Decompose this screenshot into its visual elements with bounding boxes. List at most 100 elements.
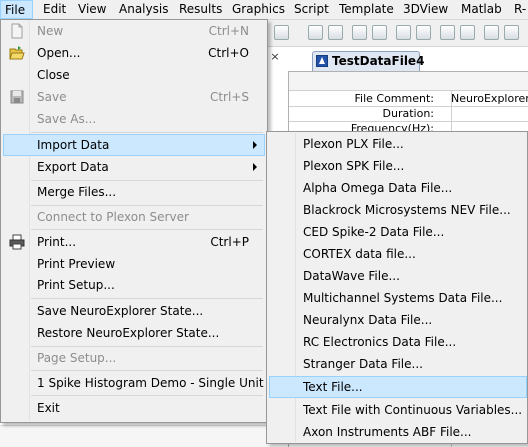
menu-separator xyxy=(31,132,263,133)
menu-item-label: Blackrock Microsystems NEV File... xyxy=(303,203,511,217)
menu-item-print-preview[interactable]: Print Preview xyxy=(3,253,265,275)
menu-item-print[interactable]: Print... Ctrl+P xyxy=(3,231,265,253)
menu-item-label: CORTEX data file... xyxy=(303,247,416,261)
submenu-item-cortex[interactable]: CORTEX data file... xyxy=(269,243,527,265)
menu-item-label: Plexon SPK File... xyxy=(303,159,405,173)
fit-icon[interactable] xyxy=(504,25,519,40)
cut-icon[interactable] xyxy=(308,25,323,40)
redo-icon[interactable] xyxy=(274,25,289,40)
menu-item-label: Plexon PLX File... xyxy=(303,137,404,151)
menu-item-label: Save As... xyxy=(37,112,97,126)
menu-item-label: Stranger Data File... xyxy=(303,357,423,371)
menu-item-page-setup[interactable]: Page Setup... xyxy=(3,347,265,369)
menu-analysis[interactable]: Analysis xyxy=(115,0,172,19)
menu-item-import-data[interactable]: Import Data xyxy=(3,134,265,156)
menu-item-save-as[interactable]: Save As... xyxy=(3,108,265,130)
menu-item-label: 1 Spike Histogram Demo - Single Unit xyxy=(37,376,264,390)
menu-item-exit[interactable]: Exit xyxy=(3,397,265,419)
menu-script[interactable]: Script xyxy=(290,0,333,19)
submenu-item-rc-electronics[interactable]: RC Electronics Data File... xyxy=(269,331,527,353)
save-disk-icon xyxy=(10,90,24,104)
tab-testdatafile4[interactable]: TestDataFile4 xyxy=(312,51,424,71)
submenu-item-plexon-spk[interactable]: Plexon SPK File... xyxy=(269,155,527,177)
menu-item-label: CED Spike-2 Data File... xyxy=(303,225,445,239)
submenu-item-stranger[interactable]: Stranger Data File... xyxy=(269,353,527,375)
layout-icon[interactable] xyxy=(484,25,499,40)
menu-bar: File Edit View Analysis Results Graphics… xyxy=(0,0,528,20)
tile-icon[interactable] xyxy=(396,25,411,40)
menu-item-label: Text File with Continuous Variables... xyxy=(303,403,523,417)
menu-item-new[interactable]: New Ctrl+N xyxy=(3,20,265,42)
row-label: Duration: xyxy=(382,107,434,120)
menu-item-open[interactable]: Open... Ctrl+O xyxy=(3,42,265,64)
align-icon[interactable] xyxy=(440,25,455,40)
menu-item-export-data[interactable]: Export Data xyxy=(3,156,265,178)
submenu-item-datawave[interactable]: DataWave File... xyxy=(269,265,527,287)
submenu-item-blackrock-nev[interactable]: Blackrock Microsystems NEV File... xyxy=(269,199,527,221)
row-value: NeuroExplorer T xyxy=(451,92,528,105)
menu-item-label: Neuralynx Data File... xyxy=(303,313,433,327)
menu-item-label: Save NeuroExplorer State... xyxy=(37,304,204,318)
file-menu: New Ctrl+N Open... Ctrl+O Close Save Ctr… xyxy=(0,19,268,423)
menu-item-label: Print... xyxy=(37,235,77,249)
new-file-icon xyxy=(11,23,23,39)
menu-item-label: Merge Files... xyxy=(37,185,117,199)
tab-label: TestDataFile4 xyxy=(332,54,425,68)
submenu-item-plexon-plx[interactable]: Plexon PLX File... xyxy=(269,133,527,155)
menu-item-shortcut: Ctrl+P xyxy=(210,235,249,249)
menu-item-shortcut: Ctrl+N xyxy=(208,24,249,38)
menu-item-label: Print Preview xyxy=(37,257,116,271)
submenu-item-axon-abf[interactable]: Axon Instruments ABF File... xyxy=(269,421,527,443)
zoom-in-icon[interactable] xyxy=(352,25,367,40)
neuroexplorer-file-icon xyxy=(316,55,328,67)
menu-item-restore-state[interactable]: Restore NeuroExplorer State... xyxy=(3,322,265,344)
copy-icon[interactable] xyxy=(328,25,343,40)
menu-item-connect-plexon[interactable]: Connect to Plexon Server xyxy=(3,206,265,228)
menu-item-label: Save xyxy=(37,90,67,104)
menu-item-label: Print Setup... xyxy=(37,278,115,292)
menu-item-recent-file-1[interactable]: 1 Spike Histogram Demo - Single Unit xyxy=(3,372,265,394)
arrange-icon[interactable] xyxy=(460,25,475,40)
menu-item-label: New xyxy=(37,24,64,38)
menu-r[interactable]: R- xyxy=(510,0,528,19)
menu-item-label: Alpha Omega Data File... xyxy=(303,181,453,195)
menu-view[interactable]: View xyxy=(74,0,110,19)
menu-item-label: Connect to Plexon Server xyxy=(37,210,189,224)
submenu-item-neuralynx[interactable]: Neuralynx Data File... xyxy=(269,309,527,331)
table-row: File Comment: NeuroExplorer T xyxy=(289,92,528,107)
printer-icon xyxy=(9,234,25,250)
submenu-item-multichannel[interactable]: Multichannel Systems Data File... xyxy=(269,287,527,309)
menu-item-label: Export Data xyxy=(37,160,109,174)
menu-item-label: Close xyxy=(37,68,70,82)
left-panel xyxy=(0,425,268,447)
submenu-item-alpha-omega[interactable]: Alpha Omega Data File... xyxy=(269,177,527,199)
menu-item-close[interactable]: Close xyxy=(3,64,265,86)
menu-file[interactable]: File xyxy=(0,0,33,19)
menu-3dview[interactable]: 3DView xyxy=(399,0,452,19)
submenu-arrow-icon xyxy=(253,163,257,171)
cascade-icon[interactable] xyxy=(416,25,431,40)
zoom-out-icon[interactable] xyxy=(372,25,387,40)
menu-item-label: Import Data xyxy=(37,138,110,152)
menu-item-print-setup[interactable]: Print Setup... xyxy=(3,274,265,296)
table-row: Duration: xyxy=(289,107,528,122)
submenu-item-text-continuous[interactable]: Text File with Continuous Variables... xyxy=(269,399,527,421)
menu-item-save[interactable]: Save Ctrl+S xyxy=(3,86,265,108)
close-document-icon[interactable]: × xyxy=(268,50,282,64)
menu-graphics[interactable]: Graphics xyxy=(228,0,289,19)
toolbar xyxy=(268,20,528,47)
menu-separator xyxy=(31,370,263,371)
menu-item-merge-files[interactable]: Merge Files... xyxy=(3,181,265,203)
menu-template[interactable]: Template xyxy=(335,0,398,19)
menu-matlab[interactable]: Matlab xyxy=(457,0,506,19)
submenu-item-text-file[interactable]: Text File... xyxy=(269,376,527,398)
menu-edit[interactable]: Edit xyxy=(39,0,70,19)
menu-item-label: RC Electronics Data File... xyxy=(303,335,457,349)
menu-item-label: DataWave File... xyxy=(303,269,400,283)
submenu-item-ced-spike2[interactable]: CED Spike-2 Data File... xyxy=(269,221,527,243)
menu-results[interactable]: Results xyxy=(175,0,226,19)
menu-separator xyxy=(31,229,263,230)
menu-item-label: Open... xyxy=(37,46,81,60)
menu-separator xyxy=(31,395,263,396)
menu-item-save-state[interactable]: Save NeuroExplorer State... xyxy=(3,300,265,322)
